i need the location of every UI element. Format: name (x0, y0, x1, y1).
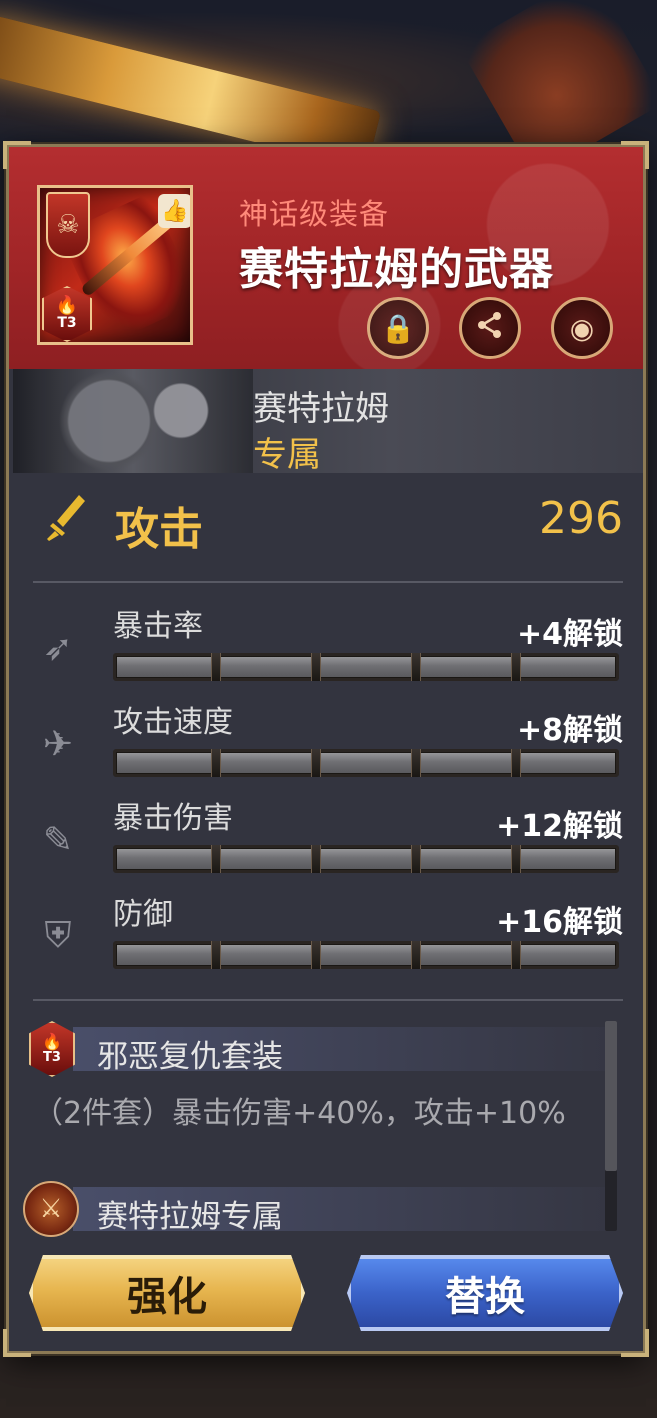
bar-segment (211, 653, 221, 681)
main-stat-label: 攻击 (115, 504, 203, 555)
sword-icon (45, 493, 89, 554)
tier-label: T3 (57, 315, 77, 331)
set-tier-icon: 🔥 T3 (29, 1021, 75, 1077)
item-detail-panel: ☠ 👍 🔥 T3 神话级装备 赛特拉姆的武器 🔒 ◉ 赛特拉姆 专属 攻击 29… (3, 141, 649, 1357)
sub-stat-label: 暴击伤害 (113, 801, 233, 836)
replace-button[interactable]: 替换 (347, 1255, 623, 1331)
item-rarity: 神话级装备 (239, 197, 390, 231)
hero-name: 赛特拉姆 (253, 389, 389, 429)
set-bonus-section[interactable]: 🔥 T3 邪恶复仇套装 （2件套）暴击伤害+40%，攻击+10% ⚔ 赛特拉姆专… (23, 1017, 623, 1242)
divider (33, 999, 623, 1001)
sub-stat-label: 暴击率 (113, 609, 203, 644)
crit-rate-icon: ➶ (42, 627, 74, 669)
item-art (59, 192, 190, 342)
sub-stat-bar (113, 653, 619, 681)
sub-stat-bar (113, 749, 619, 777)
set-description: （2件套）暴击伤害+40%，攻击+10% (33, 1096, 566, 1131)
shield-icon: ⛨ (44, 915, 72, 956)
bar-segment (511, 845, 521, 873)
exclusive-title: 赛特拉姆专属 (97, 1199, 283, 1235)
hero-strip: 赛特拉姆 专属 (13, 369, 643, 473)
bar-segment (411, 941, 421, 969)
divider (33, 581, 623, 583)
hero-art (13, 369, 253, 473)
hero-exclusive-tag: 专属 (253, 435, 321, 473)
item-portrait[interactable]: ☠ 👍 🔥 T3 (37, 185, 193, 345)
flame-icon: 🔥 (42, 1031, 62, 1051)
bar-segment (411, 653, 421, 681)
crit-damage-icon: ✎ (42, 819, 74, 861)
panel-corner (621, 1329, 649, 1357)
share-icon (475, 310, 505, 347)
bar-segment (511, 653, 521, 681)
bar-segment (311, 749, 321, 777)
tier-badge: 🔥 T3 (42, 286, 92, 342)
lock-button[interactable]: 🔒 (367, 297, 429, 359)
bar-segment (511, 749, 521, 777)
tier-label: T3 (43, 1049, 61, 1065)
item-header: ☠ 👍 🔥 T3 神话级装备 赛特拉姆的武器 🔒 ◉ (9, 147, 643, 369)
sub-stat-defense: ⛨ 防御 +16解锁 (33, 889, 623, 979)
coins-icon: ◉ (569, 311, 595, 345)
hero-exclusive-icon: ⚔ (23, 1181, 79, 1237)
bar-segment (311, 845, 321, 873)
sub-stat-label: 防御 (113, 897, 173, 932)
share-button[interactable] (459, 297, 521, 359)
scrollbar-thumb[interactable] (605, 1021, 617, 1171)
bar-segment (311, 653, 321, 681)
sub-stat-bar (113, 845, 619, 873)
sub-stat-attack-speed: ✈ 攻击速度 +8解锁 (33, 697, 623, 787)
main-stat-value: 296 (539, 493, 623, 544)
flame-icon: 🔥 (55, 295, 79, 316)
item-blade-art (80, 210, 180, 298)
bar-segment (211, 845, 221, 873)
sub-stat-crit-rate: ➶ 暴击率 +4解锁 (33, 601, 623, 691)
bar-segment (211, 749, 221, 777)
sub-stat-unlock: +16解锁 (496, 905, 623, 940)
bar-segment (411, 845, 421, 873)
set-title: 邪恶复仇套装 (97, 1039, 283, 1075)
item-name: 赛特拉姆的武器 (239, 244, 554, 295)
scrollbar[interactable] (605, 1021, 617, 1231)
sub-stat-label: 攻击速度 (113, 705, 233, 740)
enhance-button[interactable]: 强化 (29, 1255, 305, 1331)
thumbs-up-icon: 👍 (158, 194, 190, 228)
bar-segment (511, 941, 521, 969)
sub-stat-unlock: +4解锁 (516, 617, 623, 652)
attack-speed-icon: ✈ (42, 723, 74, 765)
bar-segment (211, 941, 221, 969)
sub-stat-crit-damage: ✎ 暴击伤害 +12解锁 (33, 793, 623, 883)
sell-button[interactable]: ◉ (551, 297, 613, 359)
main-stat-row: 攻击 296 (39, 487, 629, 557)
bar-segment (411, 749, 421, 777)
sub-stat-bar (113, 941, 619, 969)
bar-segment (311, 941, 321, 969)
skull-badge-icon: ☠ (46, 192, 90, 258)
sub-stat-unlock: +12解锁 (496, 809, 623, 844)
panel-corner (3, 1329, 31, 1357)
sub-stat-unlock: +8解锁 (516, 713, 623, 748)
lock-icon: 🔒 (380, 311, 416, 345)
